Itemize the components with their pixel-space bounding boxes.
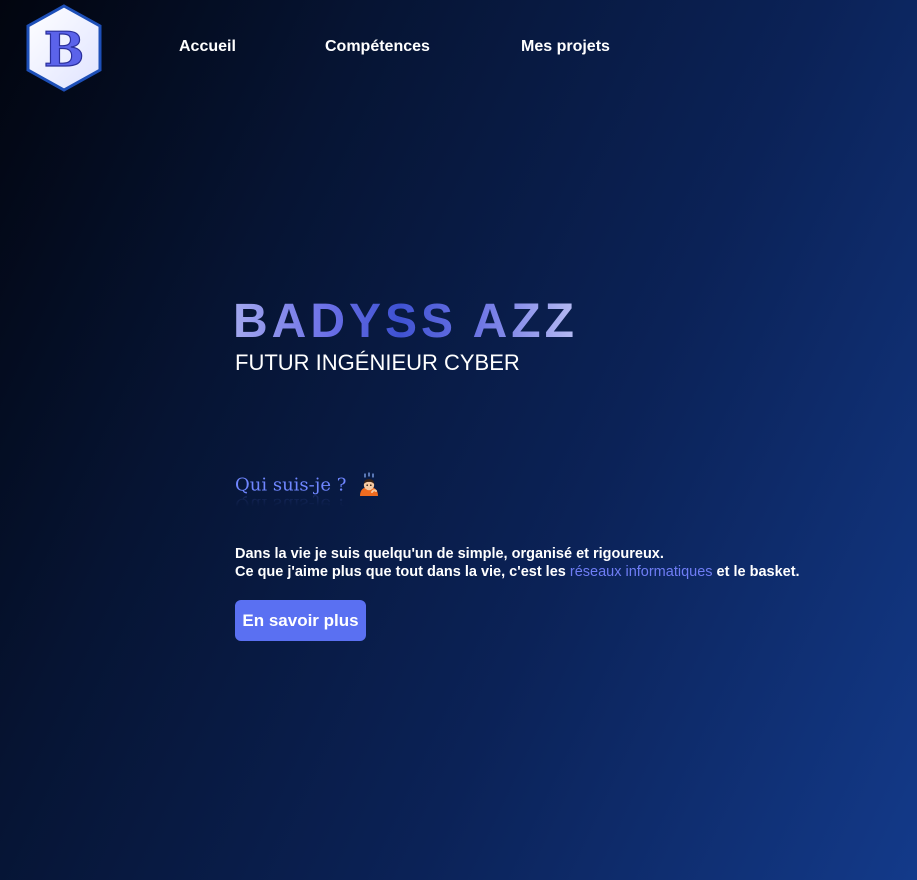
- about-heading: Qui suis-je ?: [235, 472, 381, 502]
- highlight-reseaux: réseaux informatiques: [569, 564, 713, 580]
- learn-more-button[interactable]: En savoir plus: [235, 600, 366, 641]
- hero-subtitle: FUTUR INGÉNIEUR CYBER: [235, 350, 520, 375]
- about-description: Dans la vie je suis quelqu'un de simple,…: [235, 545, 800, 581]
- nav-link-competences[interactable]: Compétences: [325, 38, 430, 56]
- about-line-1: Dans la vie je suis quelqu'un de simple,…: [235, 546, 664, 562]
- logo-letter: B: [44, 22, 85, 78]
- about-line-2-suffix: et le basket.: [712, 564, 800, 580]
- person-thinking-icon: [357, 472, 381, 498]
- about-line-2-prefix: Ce que j'aime plus que tout dans la vie,…: [235, 564, 570, 580]
- hero-name: BADYSS AZZ: [233, 295, 578, 348]
- about-title: Qui suis-je ?: [235, 474, 347, 496]
- hexagon-b-logo-icon: B: [26, 4, 102, 92]
- nav-link-accueil[interactable]: Accueil: [179, 38, 236, 56]
- about-line-2: Ce que j'aime plus que tout dans la vie,…: [235, 563, 800, 581]
- site-logo[interactable]: B: [25, 4, 103, 92]
- nav-link-mes-projets[interactable]: Mes projets: [521, 38, 610, 56]
